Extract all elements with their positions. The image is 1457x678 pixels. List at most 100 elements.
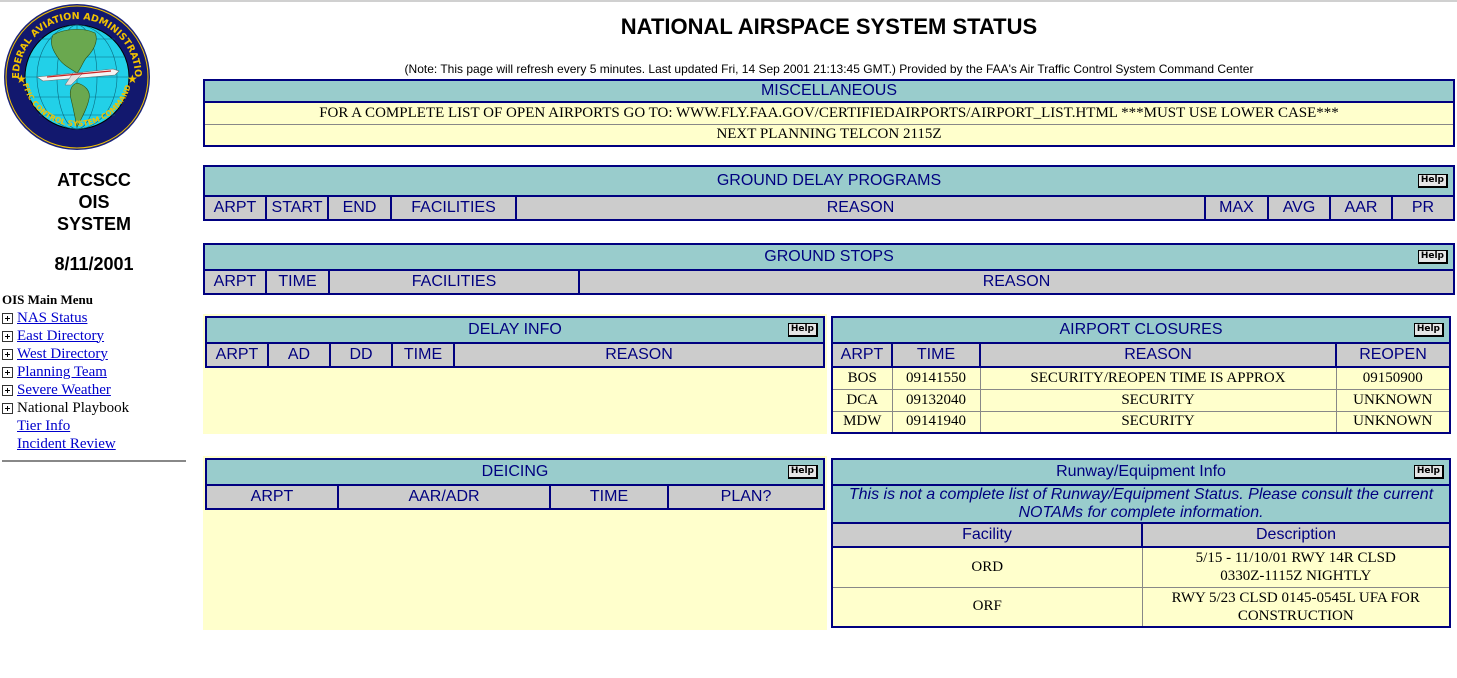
menu-link-west-directory[interactable]: West Directory: [17, 346, 108, 363]
col-arpt: ARPT: [203, 195, 267, 221]
cell-reopen: UNKNOWN: [1335, 388, 1451, 412]
menu-link-nas-status[interactable]: NAS Status: [17, 310, 87, 327]
col-dd: DD: [329, 342, 393, 368]
col-facilities: FACILITIES: [328, 269, 580, 295]
col-reason: REASON: [979, 342, 1337, 368]
menu-item-planning-team[interactable]: Planning Team: [2, 363, 129, 381]
misc-row: NEXT PLANNING TELCON 2115Z: [203, 123, 1455, 147]
col-ad: AD: [267, 342, 331, 368]
menu-link-tier-info[interactable]: Tier Info: [17, 418, 70, 435]
delay-info-help-button[interactable]: Help: [787, 323, 818, 337]
cell-reopen: UNKNOWN: [1335, 410, 1451, 434]
expand-plus-icon[interactable]: [2, 402, 13, 414]
delay-info-table: DELAY INFO Help ARPT AD DD TIME REASON: [205, 316, 825, 368]
page-title: NATIONAL AIRSPACE SYSTEM STATUS: [620, 14, 1038, 39]
col-avg: AVG: [1267, 195, 1331, 221]
table-row: BOS 09141550 SECURITY/REOPEN TIME IS APP…: [831, 366, 1451, 390]
col-aar: AAR: [1329, 195, 1393, 221]
menu-item-west-directory[interactable]: West Directory: [2, 345, 129, 363]
col-time: TIME: [549, 484, 669, 510]
menu-item-tier-info[interactable]: Tier Info: [2, 417, 129, 435]
col-reason: REASON: [515, 195, 1206, 221]
col-reason: REASON: [578, 269, 1455, 295]
deicing-table: DEICING Help ARPT AAR/ADR TIME PLAN?: [205, 458, 825, 510]
delay-info-title: DELAY INFO: [468, 321, 562, 338]
menu-divider: [2, 460, 186, 462]
main-menu: NAS Status East Directory West Directory…: [2, 309, 129, 453]
col-plan: PLAN?: [667, 484, 825, 510]
menu-link-east-directory[interactable]: East Directory: [17, 328, 104, 345]
ground-delay-programs-table: GROUND DELAY PROGRAMS Help ARPT START EN…: [203, 165, 1455, 221]
col-arpt: ARPT: [831, 342, 893, 368]
col-description: Description: [1141, 522, 1451, 548]
menu-item-severe-weather[interactable]: Severe Weather: [2, 381, 129, 399]
cell-arpt: MDW: [831, 410, 893, 434]
menu-link-severe-weather[interactable]: Severe Weather: [17, 382, 111, 399]
refresh-note: (Note: This page will refresh every 5 mi…: [404, 62, 1254, 76]
col-arpt: ARPT: [205, 342, 269, 368]
delay-info-header: DELAY INFO Help: [206, 317, 824, 343]
gdp-help-button[interactable]: Help: [1417, 174, 1448, 188]
runway-help-button[interactable]: Help: [1413, 465, 1444, 479]
col-reason: REASON: [453, 342, 825, 368]
cell-reason: SECURITY/REOPEN TIME IS APPROX: [979, 366, 1337, 390]
menu-link-planning-team[interactable]: Planning Team: [17, 364, 107, 381]
miscellaneous-title: MISCELLANEOUS: [204, 80, 1454, 103]
col-time: TIME: [265, 269, 330, 295]
col-arpt: ARPT: [205, 484, 339, 510]
expand-plus-icon[interactable]: [2, 366, 13, 378]
col-pr: PR: [1391, 195, 1455, 221]
menu-title: OIS Main Menu: [2, 292, 94, 307]
col-facility: Facility: [831, 522, 1143, 548]
col-time: TIME: [391, 342, 455, 368]
gdp-title: GROUND DELAY PROGRAMS: [716, 172, 942, 189]
expand-plus-icon[interactable]: [2, 384, 13, 396]
menu-item-east-directory[interactable]: East Directory: [2, 327, 129, 345]
col-end: END: [327, 195, 392, 221]
cell-time: 09132040: [891, 388, 981, 412]
col-aar-adr: AAR/ADR: [337, 484, 551, 510]
system-title: ATCSCC OIS SYSTEM: [56, 170, 131, 234]
col-max: MAX: [1204, 195, 1269, 221]
menu-label-national-playbook[interactable]: National Playbook: [17, 400, 129, 417]
cell-reopen: 09150900: [1335, 366, 1451, 390]
cell-time: 09141550: [891, 366, 981, 390]
gs-help-button[interactable]: Help: [1417, 250, 1448, 264]
col-reopen: REOPEN: [1335, 342, 1451, 368]
closures-help-button[interactable]: Help: [1413, 323, 1444, 337]
col-arpt: ARPT: [203, 269, 267, 295]
ground-stops-table: GROUND STOPS Help ARPT TIME FACILITIES R…: [203, 243, 1455, 295]
table-row: ORF RWY 5/23 CLSD 0145-0545L UFA FOR CON…: [831, 586, 1451, 628]
cell-arpt: DCA: [831, 388, 893, 412]
menu-item-nas-status[interactable]: NAS Status: [2, 309, 129, 327]
misc-row: FOR A COMPLETE LIST OF OPEN AIRPORTS GO …: [203, 101, 1455, 125]
table-row: DCA 09132040 SECURITY UNKNOWN: [831, 388, 1451, 412]
cell-time: 09141940: [891, 410, 981, 434]
cell-facility: ORF: [831, 586, 1143, 628]
expand-plus-icon[interactable]: [2, 330, 13, 342]
expand-plus-icon[interactable]: [2, 348, 13, 360]
cell-arpt: BOS: [831, 366, 893, 390]
closures-header: AIRPORT CLOSURES Help: [832, 317, 1450, 343]
gs-title: GROUND STOPS: [764, 248, 894, 265]
deicing-help-button[interactable]: Help: [787, 465, 818, 479]
airport-closures-table: AIRPORT CLOSURES Help ARPT TIME REASON R…: [831, 316, 1451, 434]
closures-title: AIRPORT CLOSURES: [1059, 321, 1223, 338]
menu-item-incident-review[interactable]: Incident Review: [2, 435, 129, 453]
top-border: [0, 0, 1457, 2]
menu-link-incident-review[interactable]: Incident Review: [17, 436, 116, 453]
runway-title: Runway/Equipment Info: [1056, 463, 1226, 480]
cell-reason: SECURITY: [979, 388, 1337, 412]
col-facilities: FACILITIES: [390, 195, 517, 221]
cell-description: RWY 5/23 CLSD 0145-0545L UFA FOR CONSTRU…: [1141, 586, 1451, 628]
deicing-title: DEICING: [481, 463, 549, 480]
table-row: ORD 5/15 - 11/10/01 RWY 14R CLSD 0330Z-1…: [831, 546, 1451, 588]
gs-header: GROUND STOPS Help: [204, 244, 1454, 270]
expand-plus-icon[interactable]: [2, 312, 13, 324]
menu-item-national-playbook[interactable]: National Playbook: [2, 399, 129, 417]
runway-header: Runway/Equipment Info Help: [832, 459, 1450, 486]
runway-equipment-table: Runway/Equipment Info Help This is not a…: [831, 458, 1451, 628]
gdp-header: GROUND DELAY PROGRAMS Help: [204, 166, 1454, 196]
cell-reason: SECURITY: [979, 410, 1337, 434]
cell-description: 5/15 - 11/10/01 RWY 14R CLSD 0330Z-1115Z…: [1141, 546, 1451, 588]
